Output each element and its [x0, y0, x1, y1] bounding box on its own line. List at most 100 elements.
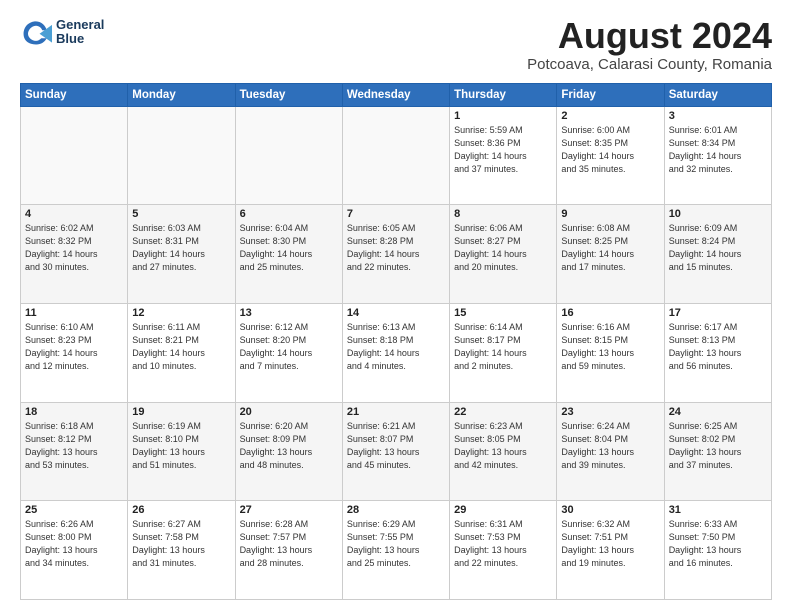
logo-text: General Blue [56, 18, 104, 47]
day-info: Sunrise: 6:11 AM Sunset: 8:21 PM Dayligh… [132, 321, 230, 373]
day-info: Sunrise: 6:05 AM Sunset: 8:28 PM Dayligh… [347, 222, 445, 274]
day-info: Sunrise: 6:29 AM Sunset: 7:55 PM Dayligh… [347, 518, 445, 570]
calendar-cell [128, 106, 235, 205]
day-number: 16 [561, 307, 659, 319]
subtitle: Potcoava, Calarasi County, Romania [527, 56, 772, 73]
calendar-page: General Blue August 2024 Potcoava, Calar… [0, 0, 792, 612]
day-number: 4 [25, 208, 123, 220]
day-number: 27 [240, 504, 338, 516]
calendar-cell: 16 Sunrise: 6:16 AM Sunset: 8:15 PM Dayli… [557, 303, 664, 402]
calendar-cell: 19 Sunrise: 6:19 AM Sunset: 8:10 PM Dayli… [128, 402, 235, 501]
calendar-cell: 25 Sunrise: 6:26 AM Sunset: 8:00 PM Dayli… [21, 501, 128, 600]
calendar-cell: 21 Sunrise: 6:21 AM Sunset: 8:07 PM Dayli… [342, 402, 449, 501]
calendar-cell: 24Sunrise: 6:25 AM Sunset: 8:02 PM Dayli… [664, 402, 771, 501]
calendar-cell: 3 Sunrise: 6:01 AM Sunset: 8:34 PM Daylig… [664, 106, 771, 205]
day-info: Sunrise: 6:23 AM Sunset: 8:05 PM Dayligh… [454, 420, 552, 472]
calendar-cell: 28 Sunrise: 6:29 AM Sunset: 7:55 PM Dayli… [342, 501, 449, 600]
calendar-week-row: 25 Sunrise: 6:26 AM Sunset: 8:00 PM Dayli… [21, 501, 772, 600]
day-number: 8 [454, 208, 552, 220]
day-info: Sunrise: 6:09 AM Sunset: 8:24 PM Dayligh… [669, 222, 767, 274]
calendar-cell: 10 Sunrise: 6:09 AM Sunset: 8:24 PM Dayli… [664, 205, 771, 304]
weekday-header-row: SundayMondayTuesdayWednesdayThursdayFrid… [21, 83, 772, 106]
day-info: Sunrise: 5:59 AM Sunset: 8:36 PM Dayligh… [454, 124, 552, 176]
day-number: 25 [25, 504, 123, 516]
day-number: 19 [132, 406, 230, 418]
day-number: 3 [669, 110, 767, 122]
day-info: Sunrise: 6:21 AM Sunset: 8:07 PM Dayligh… [347, 420, 445, 472]
day-number: 18 [25, 406, 123, 418]
day-number: 1 [454, 110, 552, 122]
day-number: 15 [454, 307, 552, 319]
calendar-week-row: 4 Sunrise: 6:02 AM Sunset: 8:32 PM Daylig… [21, 205, 772, 304]
calendar-cell: 12Sunrise: 6:11 AM Sunset: 8:21 PM Dayli… [128, 303, 235, 402]
day-number: 11 [25, 307, 123, 319]
calendar-cell: 6 Sunrise: 6:04 AM Sunset: 8:30 PM Daylig… [235, 205, 342, 304]
day-info: Sunrise: 6:04 AM Sunset: 8:30 PM Dayligh… [240, 222, 338, 274]
day-number: 20 [240, 406, 338, 418]
day-info: Sunrise: 6:27 AM Sunset: 7:58 PM Dayligh… [132, 518, 230, 570]
calendar-cell: 23 Sunrise: 6:24 AM Sunset: 8:04 PM Dayli… [557, 402, 664, 501]
day-number: 7 [347, 208, 445, 220]
day-number: 31 [669, 504, 767, 516]
logo-icon [20, 16, 52, 48]
weekday-header-monday: Monday [128, 83, 235, 106]
day-info: Sunrise: 6:26 AM Sunset: 8:00 PM Dayligh… [25, 518, 123, 570]
calendar-cell: 30 Sunrise: 6:32 AM Sunset: 7:51 PM Dayli… [557, 501, 664, 600]
calendar-cell: 20Sunrise: 6:20 AM Sunset: 8:09 PM Dayli… [235, 402, 342, 501]
calendar-cell: 13 Sunrise: 6:12 AM Sunset: 8:20 PM Dayli… [235, 303, 342, 402]
day-info: Sunrise: 6:01 AM Sunset: 8:34 PM Dayligh… [669, 124, 767, 176]
calendar-cell: 31Sunrise: 6:33 AM Sunset: 7:50 PM Dayli… [664, 501, 771, 600]
day-number: 22 [454, 406, 552, 418]
day-info: Sunrise: 6:00 AM Sunset: 8:35 PM Dayligh… [561, 124, 659, 176]
weekday-header-sunday: Sunday [21, 83, 128, 106]
calendar-cell: 4 Sunrise: 6:02 AM Sunset: 8:32 PM Daylig… [21, 205, 128, 304]
calendar-cell: 15 Sunrise: 6:14 AM Sunset: 8:17 PM Dayli… [450, 303, 557, 402]
calendar-week-row: 1 Sunrise: 5:59 AM Sunset: 8:36 PM Daylig… [21, 106, 772, 205]
day-number: 14 [347, 307, 445, 319]
day-info: Sunrise: 6:02 AM Sunset: 8:32 PM Dayligh… [25, 222, 123, 274]
day-number: 9 [561, 208, 659, 220]
weekday-header-tuesday: Tuesday [235, 83, 342, 106]
day-info: Sunrise: 6:31 AM Sunset: 7:53 PM Dayligh… [454, 518, 552, 570]
day-info: Sunrise: 6:28 AM Sunset: 7:57 PM Dayligh… [240, 518, 338, 570]
header: General Blue August 2024 Potcoava, Calar… [20, 16, 772, 73]
weekday-header-wednesday: Wednesday [342, 83, 449, 106]
day-info: Sunrise: 6:19 AM Sunset: 8:10 PM Dayligh… [132, 420, 230, 472]
calendar-cell: 5 Sunrise: 6:03 AM Sunset: 8:31 PM Daylig… [128, 205, 235, 304]
logo: General Blue [20, 16, 104, 48]
calendar-cell: 14Sunrise: 6:13 AM Sunset: 8:18 PM Dayli… [342, 303, 449, 402]
day-number: 28 [347, 504, 445, 516]
calendar-cell: 2Sunrise: 6:00 AM Sunset: 8:35 PM Daylig… [557, 106, 664, 205]
day-number: 24 [669, 406, 767, 418]
day-number: 21 [347, 406, 445, 418]
calendar-cell: 17Sunrise: 6:17 AM Sunset: 8:13 PM Dayli… [664, 303, 771, 402]
calendar-cell [21, 106, 128, 205]
day-info: Sunrise: 6:18 AM Sunset: 8:12 PM Dayligh… [25, 420, 123, 472]
day-info: Sunrise: 6:32 AM Sunset: 7:51 PM Dayligh… [561, 518, 659, 570]
calendar-cell: 18 Sunrise: 6:18 AM Sunset: 8:12 PM Dayli… [21, 402, 128, 501]
day-info: Sunrise: 6:06 AM Sunset: 8:27 PM Dayligh… [454, 222, 552, 274]
calendar-cell: 7 Sunrise: 6:05 AM Sunset: 8:28 PM Daylig… [342, 205, 449, 304]
day-number: 30 [561, 504, 659, 516]
calendar-cell: 8 Sunrise: 6:06 AM Sunset: 8:27 PM Daylig… [450, 205, 557, 304]
day-number: 10 [669, 208, 767, 220]
day-info: Sunrise: 6:24 AM Sunset: 8:04 PM Dayligh… [561, 420, 659, 472]
day-info: Sunrise: 6:14 AM Sunset: 8:17 PM Dayligh… [454, 321, 552, 373]
day-number: 5 [132, 208, 230, 220]
day-number: 13 [240, 307, 338, 319]
main-title: August 2024 [527, 16, 772, 56]
calendar-cell: 9 Sunrise: 6:08 AM Sunset: 8:25 PM Daylig… [557, 205, 664, 304]
day-info: Sunrise: 6:12 AM Sunset: 8:20 PM Dayligh… [240, 321, 338, 373]
day-info: Sunrise: 6:08 AM Sunset: 8:25 PM Dayligh… [561, 222, 659, 274]
day-number: 29 [454, 504, 552, 516]
day-number: 26 [132, 504, 230, 516]
calendar-week-row: 11Sunrise: 6:10 AM Sunset: 8:23 PM Dayli… [21, 303, 772, 402]
calendar-cell [235, 106, 342, 205]
day-info: Sunrise: 6:16 AM Sunset: 8:15 PM Dayligh… [561, 321, 659, 373]
day-number: 23 [561, 406, 659, 418]
day-number: 6 [240, 208, 338, 220]
day-info: Sunrise: 6:03 AM Sunset: 8:31 PM Dayligh… [132, 222, 230, 274]
calendar-cell: 22 Sunrise: 6:23 AM Sunset: 8:05 PM Dayli… [450, 402, 557, 501]
title-block: August 2024 Potcoava, Calarasi County, R… [527, 16, 772, 73]
day-number: 17 [669, 307, 767, 319]
